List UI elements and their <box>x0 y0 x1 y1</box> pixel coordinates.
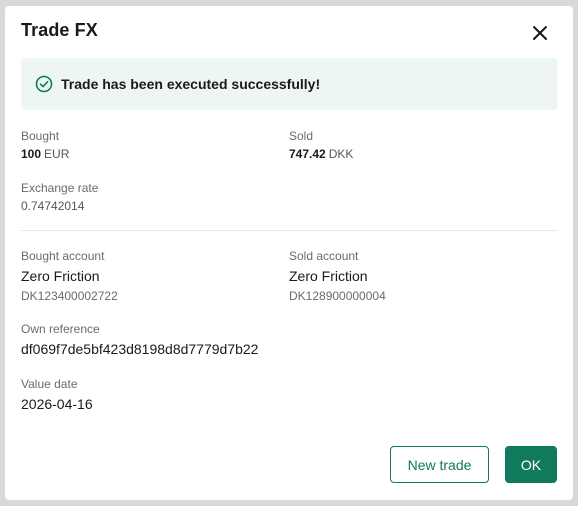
sold-account-number: DK128900000004 <box>289 289 386 303</box>
value-date-field: Value date 2026-04-16 <box>21 376 93 413</box>
new-trade-button[interactable]: New trade <box>390 446 489 483</box>
sold-account-name: Zero Friction <box>289 268 368 284</box>
bought-amount: 100 <box>21 147 42 161</box>
sold-value: 747.42 DKK <box>289 146 353 162</box>
bought-field: Bought 100 EUR <box>21 128 69 162</box>
sold-label: Sold <box>289 129 314 143</box>
bought-account-name: Zero Friction <box>21 268 100 284</box>
own-reference-field: Own reference df069f7de5bf423d8198d8d777… <box>21 321 258 358</box>
own-reference-value: df069f7de5bf423d8198d8d7779d7b22 <box>21 341 259 357</box>
sold-field: Sold 747.42 DKK <box>289 128 353 162</box>
dialog-title: Trade FX <box>21 20 98 40</box>
divider <box>21 230 557 231</box>
close-icon[interactable] <box>529 22 551 44</box>
value-date-value: 2026-04-16 <box>21 396 93 412</box>
exchange-rate-field: Exchange rate 0.74742014 <box>21 180 98 214</box>
sold-account-label: Sold account <box>289 249 359 263</box>
sold-currency: DKK <box>328 147 354 161</box>
bought-account-label: Bought account <box>21 249 105 263</box>
ok-button[interactable]: OK <box>505 446 557 483</box>
bought-account-field: Bought account Zero Friction DK123400002… <box>21 248 118 304</box>
exchange-rate-value: 0.74742014 <box>21 199 85 213</box>
bought-value: 100 EUR <box>21 146 69 162</box>
bought-label: Bought <box>21 129 60 143</box>
bought-account-number: DK123400002722 <box>21 289 118 303</box>
bought-currency: EUR <box>44 147 70 161</box>
success-alert: Trade has been executed successfully! <box>21 58 557 110</box>
exchange-rate-label: Exchange rate <box>21 181 99 195</box>
sold-amount: 747.42 <box>289 147 326 161</box>
sold-account-field: Sold account Zero Friction DK12890000000… <box>289 248 386 304</box>
trade-fx-dialog: Trade FX Trade has been executed success… <box>5 6 573 500</box>
value-date-label: Value date <box>21 377 78 391</box>
alert-message: Trade has been executed successfully! <box>61 76 321 92</box>
check-circle-icon <box>35 75 53 93</box>
own-reference-label: Own reference <box>21 322 100 336</box>
